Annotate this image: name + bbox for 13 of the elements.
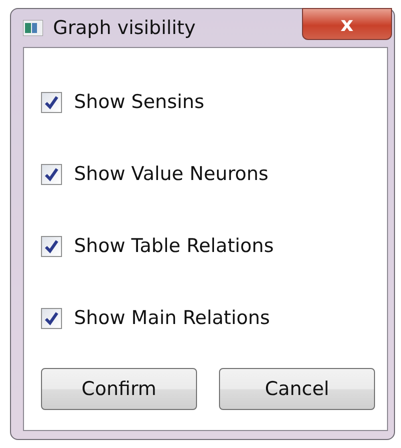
close-button[interactable]: x: [302, 8, 392, 40]
dialog-button[interactable]: Confirm: [41, 368, 197, 410]
checkbox[interactable]: [41, 236, 62, 256]
option-label[interactable]: Show Value Neurons: [74, 160, 268, 188]
option-label[interactable]: Show Sensins: [74, 88, 204, 116]
option-label[interactable]: Show Main Relations: [74, 304, 270, 332]
checkbox[interactable]: [41, 92, 62, 112]
app-icon: [23, 20, 43, 36]
option-label[interactable]: Show Table Relations: [74, 232, 274, 260]
dialog-button[interactable]: Cancel: [219, 368, 375, 410]
checkbox[interactable]: [41, 308, 62, 328]
window-title: Graph visibility: [53, 16, 196, 41]
checkbox[interactable]: [41, 164, 62, 184]
